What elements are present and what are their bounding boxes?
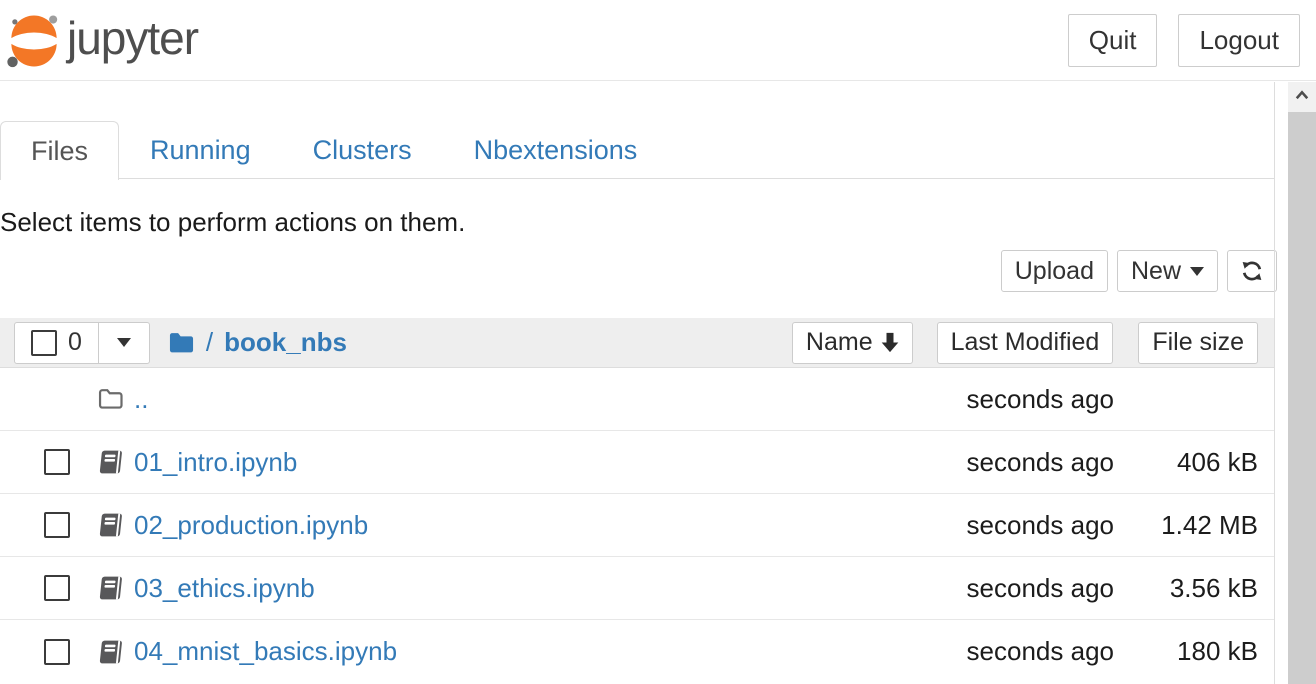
file-checkbox[interactable]: [44, 575, 70, 601]
file-checkbox[interactable]: [44, 449, 70, 475]
quit-button[interactable]: Quit: [1068, 14, 1158, 67]
breadcrumb: / book_nbs: [168, 327, 347, 358]
folder-outline-icon: [97, 388, 124, 410]
sort-by-modified-button[interactable]: Last Modified: [937, 322, 1114, 364]
tab-bar: FilesRunningClustersNbextensions: [0, 121, 1274, 179]
file-size: 180 kB: [1114, 636, 1258, 667]
file-row-..: .. seconds ago: [0, 368, 1274, 431]
action-toolbar: Upload New: [0, 250, 1277, 292]
chevron-up-icon: [1293, 87, 1311, 105]
app-header: jupyter Quit Logout: [0, 0, 1316, 81]
scrollbar-thumb[interactable]: [1288, 112, 1316, 684]
breadcrumb-current-folder[interactable]: book_nbs: [224, 327, 347, 358]
notebook-icon: [96, 639, 124, 665]
file-name-link[interactable]: 02_production.ipynb: [134, 510, 368, 541]
notebook-icon: [96, 575, 124, 601]
file-list: 0 / book_nbs Name: [0, 318, 1274, 683]
file-size: 1.42 MB: [1114, 510, 1258, 541]
refresh-button[interactable]: [1227, 250, 1277, 292]
refresh-icon: [1241, 260, 1263, 282]
file-modified: seconds ago: [904, 510, 1114, 541]
instruction-text: Select items to perform actions on them.: [0, 207, 465, 237]
session-buttons: Quit Logout: [1068, 14, 1300, 67]
file-modified: seconds ago: [904, 636, 1114, 667]
upload-button[interactable]: Upload: [1001, 250, 1108, 292]
file-row-04_mnist_basics.ipynb: 04_mnist_basics.ipynb seconds ago 180 kB: [0, 620, 1274, 683]
jupyter-logo[interactable]: jupyter: [5, 10, 198, 70]
jupyter-logo-icon: [5, 12, 63, 70]
file-modified: seconds ago: [904, 384, 1114, 415]
tab-running[interactable]: Running: [119, 121, 282, 179]
chevron-down-icon: [1190, 267, 1204, 276]
file-row-01_intro.ipynb: 01_intro.ipynb seconds ago 406 kB: [0, 431, 1274, 494]
select-all-button[interactable]: 0: [14, 322, 99, 364]
tab-files[interactable]: Files: [0, 121, 119, 180]
file-name-link[interactable]: 03_ethics.ipynb: [134, 573, 315, 604]
select-filter-dropdown[interactable]: [98, 322, 150, 364]
file-row-02_production.ipynb: 02_production.ipynb seconds ago 1.42 MB: [0, 494, 1274, 557]
jupyter-file-browser: jupyter Quit Logout FilesRunningClusters…: [0, 0, 1316, 684]
sort-name-label: Name: [806, 328, 873, 357]
file-modified: seconds ago: [904, 573, 1114, 604]
new-dropdown-label: New: [1131, 257, 1181, 286]
selected-count: 0: [68, 328, 82, 357]
file-rows-container: .. seconds ago 01_intro.ipynb seconds ag…: [0, 368, 1274, 683]
file-modified: seconds ago: [904, 447, 1114, 478]
file-name-link[interactable]: 01_intro.ipynb: [134, 447, 297, 478]
notebook-icon: [96, 449, 124, 475]
content-right-border: [1274, 82, 1275, 684]
file-checkbox[interactable]: [44, 639, 70, 665]
vertical-scrollbar[interactable]: [1288, 82, 1316, 684]
sort-by-size-button[interactable]: File size: [1138, 322, 1258, 364]
file-checkbox[interactable]: [44, 512, 70, 538]
file-size: 406 kB: [1114, 447, 1258, 478]
file-size: 3.56 kB: [1114, 573, 1258, 604]
scroll-up-button[interactable]: [1288, 82, 1316, 110]
jupyter-logo-text: jupyter: [67, 11, 198, 65]
chevron-down-icon: [117, 338, 131, 347]
sort-by-name-button[interactable]: Name: [792, 322, 913, 364]
tab-nbextensions[interactable]: Nbextensions: [443, 121, 669, 179]
file-name-link[interactable]: ..: [134, 384, 148, 415]
new-dropdown-button[interactable]: New: [1117, 250, 1218, 292]
breadcrumb-separator[interactable]: /: [206, 327, 213, 358]
folder-icon: [168, 332, 195, 354]
file-row-03_ethics.ipynb: 03_ethics.ipynb seconds ago 3.56 kB: [0, 557, 1274, 620]
list-header-row: 0 / book_nbs Name: [0, 318, 1274, 368]
breadcrumb-root-folder[interactable]: [168, 332, 195, 354]
select-all-checkbox[interactable]: [31, 330, 57, 356]
tab-clusters[interactable]: Clusters: [282, 121, 443, 179]
file-name-link[interactable]: 04_mnist_basics.ipynb: [134, 636, 397, 667]
arrow-down-icon: [881, 332, 899, 353]
select-button-group: 0: [14, 322, 150, 364]
logout-button[interactable]: Logout: [1178, 14, 1300, 67]
notebook-icon: [96, 512, 124, 538]
